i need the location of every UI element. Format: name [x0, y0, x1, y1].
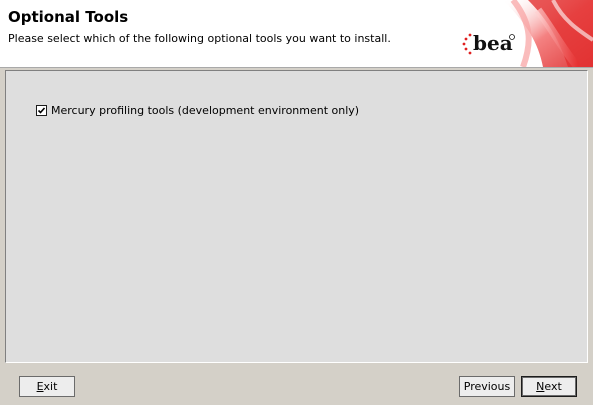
svg-text:bea: bea	[473, 31, 513, 55]
option-mercury-profiling[interactable]: Mercury profiling tools (development env…	[36, 104, 359, 117]
options-panel: Mercury profiling tools (development env…	[5, 70, 588, 363]
next-button[interactable]: Next	[521, 376, 577, 397]
page-title: Optional Tools	[8, 8, 129, 26]
previous-button[interactable]: Previous	[459, 376, 515, 397]
exit-label-rest: xit	[43, 380, 58, 393]
next-label-rest: ext	[544, 380, 562, 393]
checkmark-icon	[37, 107, 46, 114]
mercury-profiling-checkbox[interactable]	[36, 105, 47, 116]
exit-mnemonic: E	[36, 380, 44, 393]
next-mnemonic: N	[536, 380, 545, 393]
installer-window: Optional Tools Please select which of th…	[0, 0, 593, 405]
bea-logo: bea	[462, 31, 515, 55]
mercury-profiling-label: Mercury profiling tools (development env…	[51, 104, 360, 117]
header-banner: Optional Tools Please select which of th…	[0, 0, 593, 68]
page-subtitle: Please select which of the following opt…	[8, 32, 391, 45]
exit-button[interactable]: Exit	[19, 376, 75, 397]
previous-label: Previous	[463, 380, 511, 393]
